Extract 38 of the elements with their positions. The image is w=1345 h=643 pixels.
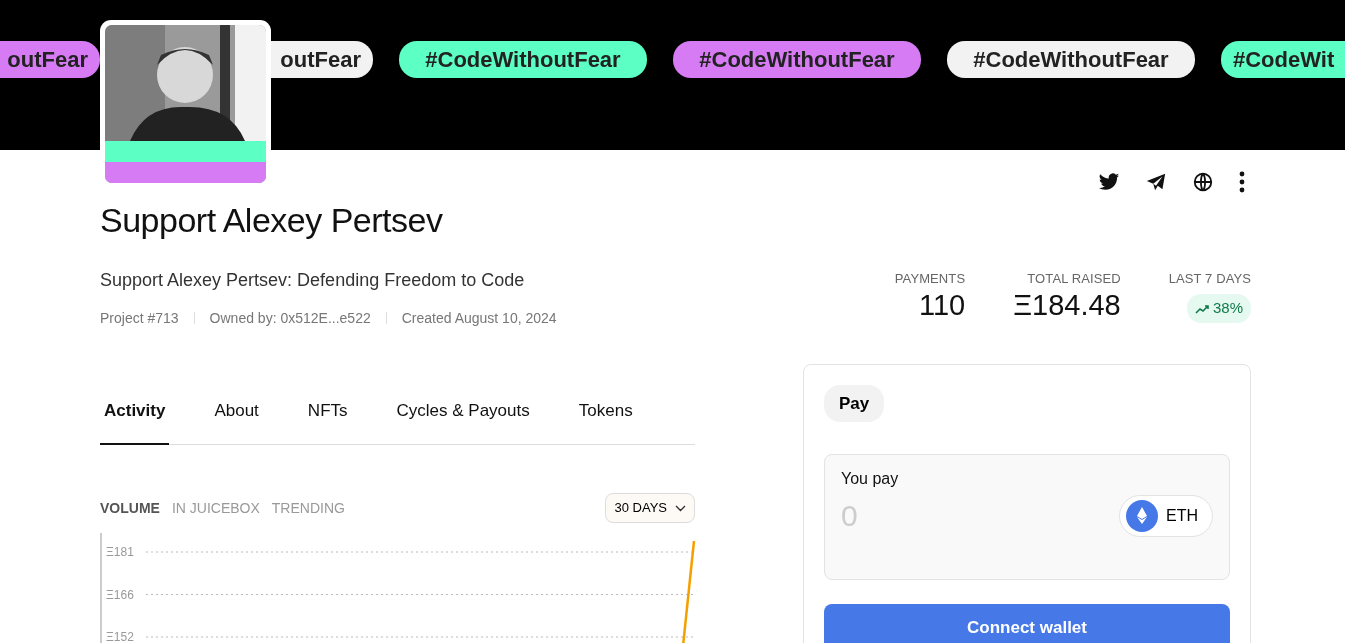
meta-text: Project #713 — [100, 308, 179, 328]
meta-text: Created August 10, 2024 — [401, 308, 557, 328]
trend-badge: 38% — [1186, 294, 1251, 323]
y-tick-label: Ξ152 — [106, 629, 134, 643]
tab[interactable]: Activity — [100, 397, 170, 446]
hashtag-pill: #CodeWithoutFear — [947, 41, 1195, 78]
hashtag-pill: #CodeWit — [1221, 41, 1345, 78]
tab[interactable]: NFTs — [303, 397, 352, 446]
stat-label: LAST 7 DAYS — [1168, 269, 1251, 288]
more-icon[interactable] — [1239, 171, 1245, 193]
tab[interactable]: Tokens — [574, 397, 637, 446]
hashtag-pill: outFear — [0, 41, 100, 78]
stat-label: PAYMENTS — [894, 269, 966, 288]
stat-label: TOTAL RAISED — [1027, 269, 1121, 288]
globe-icon[interactable] — [1192, 171, 1214, 193]
hashtag-pill: #CodeWithoutFear — [673, 41, 921, 78]
tab[interactable]: Cycles & Payouts — [392, 397, 534, 446]
y-tick-label: Ξ181 — [106, 544, 134, 559]
hashtag-pill: outFear — [271, 41, 373, 78]
chevron-down-icon — [675, 504, 686, 512]
project-title: Support Alexey Pertsev — [100, 200, 444, 241]
stat-value: 110 — [918, 288, 966, 324]
chart-tab[interactable]: VOLUME — [100, 497, 160, 519]
trend-up-icon — [1194, 303, 1209, 314]
ethereum-icon — [1126, 499, 1158, 532]
pay-tab[interactable]: Pay — [824, 384, 885, 423]
y-tick-label: Ξ166 — [106, 587, 134, 602]
field-label: You pay — [841, 469, 900, 490]
hashtag-pill: #CodeWithoutFear — [399, 41, 647, 78]
bird-icon[interactable] — [1098, 171, 1120, 193]
stat-value: Ξ184.48 — [1013, 288, 1121, 324]
tab[interactable]: About — [210, 397, 263, 446]
currency-selector[interactable]: ETH — [1119, 494, 1213, 537]
connect-wallet-button[interactable]: Connect wallet — [824, 604, 1230, 643]
paper-plane-icon[interactable] — [1145, 171, 1167, 193]
meta-text: Owned by: 0x512E...e522 — [209, 308, 371, 328]
range-dropdown[interactable]: 30 DAYS — [605, 493, 695, 523]
project-description: Support Alexey Pertsev: Defending Freedom to Code — [100, 268, 526, 292]
